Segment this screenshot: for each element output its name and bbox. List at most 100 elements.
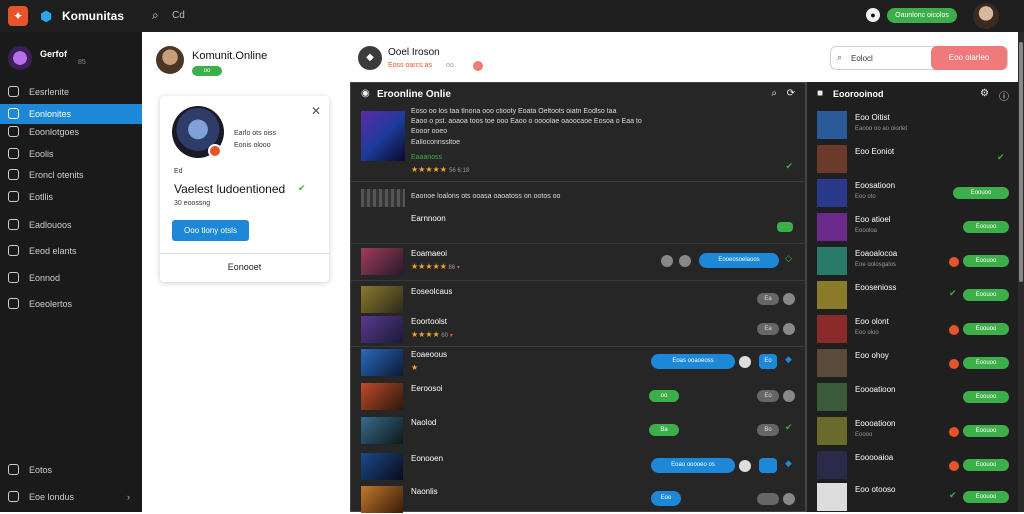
card-line-2: Eonis olooo <box>234 142 271 149</box>
join-button[interactable]: Eooeosoelaoos <box>699 253 779 268</box>
sidebar-item-3[interactable]: Eoonlotgoes <box>0 122 142 142</box>
sidebar-item-2[interactable]: Eonlonites <box>0 104 142 124</box>
feature-thumbnail[interactable] <box>361 111 405 161</box>
status-dot <box>949 461 959 471</box>
action-icon[interactable] <box>783 390 795 402</box>
list-item[interactable]: Eeroosoi oo Eo <box>351 381 807 411</box>
count-chip[interactable]: Eo <box>757 390 779 402</box>
count-chip[interactable]: Bo <box>757 424 779 436</box>
action-pill[interactable]: Eoouoo <box>963 221 1009 233</box>
list-item[interactable]: Eoooatioon Eoouoo <box>807 382 1019 412</box>
card-footer-link[interactable]: Eonooet <box>160 262 329 272</box>
search-box[interactable]: ⌕ Eolocl Eoo olarleo <box>830 46 1008 70</box>
status-chip[interactable]: oo <box>649 390 679 402</box>
folder-icon <box>8 245 19 256</box>
search-icon[interactable]: ⌕ <box>152 8 166 22</box>
close-icon[interactable]: ✕ <box>311 104 321 118</box>
main-feed-panel: ◉ Eroonline Onlie ⌕ ⟳ Eoso oo los taa tl… <box>350 82 807 514</box>
mini-button[interactable]: Eo <box>759 354 777 369</box>
status-chip[interactable]: Ba <box>649 424 679 436</box>
action-pill[interactable]: Eoouoo <box>963 357 1009 369</box>
list-item[interactable]: Naolod Ba Bo ✔ <box>351 415 807 445</box>
status-chip[interactable] <box>777 222 793 232</box>
sidebar-item-7[interactable]: Eadlouoos <box>0 215 142 235</box>
action-icon[interactable] <box>739 460 751 472</box>
document-icon <box>8 148 19 159</box>
search-input[interactable]: Cd <box>172 10 185 21</box>
sidebar-item-1[interactable]: Eesrlenite <box>0 82 142 102</box>
notification-icon[interactable]: ● <box>866 8 880 22</box>
sidebar-avatar[interactable] <box>8 46 32 70</box>
list-item[interactable]: Eoaoalocoa Eoe oolosgalos Eoouoo <box>807 246 1019 276</box>
sidebar-bottom-item-1[interactable]: Eotos <box>0 460 142 480</box>
sidebar-item-6[interactable]: Eotllis <box>0 187 142 207</box>
sidebar-item-9[interactable]: Eonnod <box>0 268 142 288</box>
card-line-1: Earlo ots oiss <box>234 130 277 137</box>
action-pill[interactable]: Eoouoo <box>963 391 1009 403</box>
list-item[interactable]: Eoosatioon Eoo oto Eoouoo <box>807 178 1019 208</box>
action-icon[interactable] <box>679 255 691 267</box>
list-item[interactable]: Eoo ohoy Eoouoo <box>807 348 1019 378</box>
sidebar-item-4[interactable]: Eoolis <box>0 144 142 164</box>
user-icon <box>8 491 19 502</box>
action-pill[interactable]: Eoouoo <box>963 459 1009 471</box>
list-item[interactable]: Eoooatioon Eoooo Eoouoo <box>807 416 1019 446</box>
list-item[interactable]: Eoo olont Eoo oloo Eoouoo <box>807 314 1019 344</box>
sidebar-user-name: Gerfof <box>40 49 67 59</box>
game-thumbnail <box>361 248 403 275</box>
list-item[interactable]: Eoo atioel Eoooloa Eoouoo <box>807 212 1019 242</box>
search-button[interactable]: Eoo olarleo <box>931 46 1007 70</box>
user-avatar[interactable] <box>973 3 999 29</box>
gear-icon[interactable]: ⚙ <box>980 88 989 99</box>
action-pill[interactable]: Eoouoo <box>963 323 1009 335</box>
join-button[interactable]: Eoao ooooeo os <box>651 458 735 473</box>
mini-button[interactable]: Eoo <box>651 491 681 506</box>
search-input[interactable]: Eolocl <box>851 54 873 63</box>
card-primary-button[interactable]: Ooo tlony otsls <box>172 220 249 241</box>
status-pill[interactable]: Oaunlonc oicolos <box>887 8 957 23</box>
action-icon[interactable] <box>739 356 751 368</box>
info-icon[interactable]: ⓘ <box>999 88 1009 103</box>
action-pill[interactable]: Eoouoo <box>963 289 1009 301</box>
app-logo-icon[interactable]: ✦ <box>8 6 28 26</box>
join-button[interactable]: Eoas ooaoeoss <box>651 354 735 369</box>
server-avatar[interactable]: ◆ <box>358 46 382 70</box>
list-item[interactable]: Eooooaioa Eoouoo <box>807 450 1019 480</box>
list-item[interactable]: Eoo Eoniot ✔ <box>807 144 1019 174</box>
brand-name: Komunitas <box>62 9 125 23</box>
count-chip[interactable]: Ea <box>757 323 779 335</box>
list-item[interactable]: Naonlis Eoo <box>351 484 807 514</box>
sidebar-bottom-item-2[interactable]: Eoe londus › <box>0 487 142 507</box>
action-icon[interactable] <box>783 293 795 305</box>
sidebar-item-5[interactable]: Eroncl otenits <box>0 165 142 185</box>
action-pill[interactable]: Eoouoo <box>963 425 1009 437</box>
mini-button[interactable] <box>759 458 777 473</box>
list-item[interactable]: Eoamaeoi ★★★★★ 86 ▾ Eooeosoelaoos ◇ <box>351 246 807 276</box>
action-icon[interactable] <box>783 493 795 505</box>
count-chip[interactable]: Ea <box>757 293 779 305</box>
action-icon[interactable] <box>661 255 673 267</box>
list-item[interactable]: Eonooen Eoao ooooeo os ◆ <box>351 451 807 481</box>
action-pill[interactable]: Eoouoo <box>953 187 1009 199</box>
action-icon[interactable] <box>783 323 795 335</box>
list-item[interactable]: Eoaeoous ★ Eoas ooaoeoss Eo ◆ <box>351 347 807 377</box>
list-item[interactable]: Eoortoolst ★★★★ 60 ▾ Ea <box>351 314 807 344</box>
count-chip[interactable] <box>757 493 779 505</box>
feature-tag[interactable]: Eaaanoss <box>411 154 442 161</box>
search-icon[interactable]: ⌕ <box>771 88 777 99</box>
scrollbar-thumb[interactable] <box>1019 42 1023 282</box>
list-item[interactable]: Eoosenioss ✔ Eoouoo <box>807 280 1019 310</box>
profile-avatar[interactable] <box>156 46 184 74</box>
list-item[interactable]: Eoo Oitist Eaooo oo ao oiorlet <box>807 110 1019 140</box>
list-item[interactable]: Eoseolcaus Ea <box>351 284 807 314</box>
check-icon: ✔ <box>785 161 793 171</box>
action-pill[interactable]: Eoouoo <box>963 491 1009 503</box>
sidebar-item-8[interactable]: Eeod elants <box>0 241 142 261</box>
status-dot <box>949 427 959 437</box>
sidebar-item-10[interactable]: Eoeolertos <box>0 294 142 314</box>
action-pill[interactable]: Eoouoo <box>963 255 1009 267</box>
refresh-icon[interactable]: ⟳ <box>787 88 795 99</box>
scrollbar[interactable] <box>1018 32 1024 512</box>
list-item[interactable]: Eoo otooso ✔ Eoouoo <box>807 482 1019 512</box>
rating-stars: ★★★★★ 56 6:18 <box>411 165 470 174</box>
